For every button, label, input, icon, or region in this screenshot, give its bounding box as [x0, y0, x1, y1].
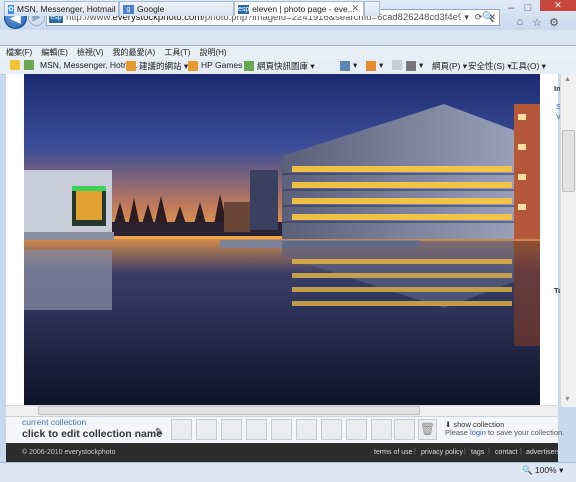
- menu-tools[interactable]: 工具(T): [164, 47, 190, 58]
- fav-item-webslice[interactable]: 網頁快訊圖庫 ▾: [244, 60, 315, 72]
- login-message: Please login to save your collection.: [445, 428, 564, 437]
- favorites-star-icon: [10, 60, 20, 70]
- new-tab-button[interactable]: [364, 1, 380, 16]
- photo-info-sidebar: Inf S V Ta: [548, 74, 563, 407]
- pencil-edit-icon[interactable]: ✎: [155, 427, 163, 438]
- menu-file[interactable]: 檔案(F): [6, 47, 32, 58]
- collection-slot[interactable]: [394, 419, 415, 440]
- edit-collection-name[interactable]: click to edit collection name: [22, 428, 162, 440]
- footer-separator: |: [464, 448, 466, 455]
- mail-icon: [392, 60, 402, 70]
- login-link[interactable]: login: [470, 428, 486, 437]
- cmd-page-label: 網頁(P) ▾: [432, 61, 467, 71]
- cmd-safety-label: 安全性(S) ▾: [468, 61, 512, 71]
- footer-separator: |: [488, 448, 490, 455]
- add-favorite-icon: [24, 60, 34, 70]
- footer-separator: |: [520, 448, 522, 455]
- collection-slot[interactable]: [221, 419, 242, 440]
- everystockphoto-icon: esp: [238, 4, 250, 14]
- cmd-safety[interactable]: 安全性(S) ▾: [468, 60, 511, 72]
- zoom-level: 100%: [534, 465, 557, 475]
- fav-item-hp-games[interactable]: HP Games ▾: [188, 60, 249, 71]
- login-msg-after: to save your collection.: [485, 428, 565, 437]
- cmd-home[interactable]: ▾: [340, 60, 357, 71]
- footer-link-contact[interactable]: contact: [495, 449, 518, 456]
- menu-favorites[interactable]: 我的最愛(A): [113, 47, 156, 58]
- maximize-icon[interactable]: □: [521, 2, 535, 15]
- collection-slot[interactable]: [271, 419, 292, 440]
- status-bar: [0, 462, 576, 482]
- footer-link-tags[interactable]: tags: [471, 449, 484, 456]
- collection-slot[interactable]: [321, 419, 342, 440]
- menu-view[interactable]: 檢視(V): [77, 47, 104, 58]
- zoom-control[interactable]: 🔍 100% ▾: [522, 465, 563, 476]
- collection-slot[interactable]: [346, 419, 367, 440]
- fav-item-suggested[interactable]: 建議的網站 ▾: [126, 60, 188, 72]
- web-slice-icon: [244, 61, 254, 71]
- compat-view-icon[interactable]: ▾: [464, 12, 469, 23]
- settings-gear-icon[interactable]: ⚙: [547, 16, 561, 29]
- collection-slot[interactable]: [196, 419, 217, 440]
- favorites-star-icon[interactable]: ☆: [530, 16, 544, 29]
- photo-illustration: [24, 74, 540, 407]
- tab-label: MSN, Messenger, Hotmail - ...: [16, 4, 119, 14]
- menu-edit[interactable]: 編輯(E): [41, 47, 68, 58]
- google-icon: g: [123, 4, 134, 14]
- rss-feed-icon: [366, 60, 376, 71]
- scroll-up-icon[interactable]: ▲: [564, 76, 571, 83]
- tab-close-icon[interactable]: ✕: [351, 3, 359, 14]
- close-icon: ✕: [554, 0, 562, 10]
- footer-separator: |: [414, 448, 416, 455]
- footer-link-advertisers[interactable]: advertisers: [526, 449, 560, 456]
- fav-label: 網頁快訊圖庫 ▾: [257, 61, 315, 71]
- footer-link-terms[interactable]: terms of use: [374, 449, 413, 456]
- minimize-icon[interactable]: –: [504, 2, 518, 15]
- home-icon[interactable]: ⌂: [513, 16, 527, 29]
- menu-help[interactable]: 說明(H): [199, 47, 226, 58]
- tab-everystockphoto[interactable]: esp eleven | photo page - eve... ✕: [234, 1, 364, 16]
- search-icon[interactable]: 🔍: [482, 12, 494, 23]
- cmd-print[interactable]: ▾: [406, 60, 423, 71]
- favorites-button[interactable]: [10, 60, 23, 70]
- vertical-scroll-thumb[interactable]: [562, 130, 575, 192]
- cmd-mail[interactable]: [392, 60, 405, 70]
- home-icon: [340, 60, 350, 71]
- collection-slot[interactable]: [171, 419, 192, 440]
- current-collection-label: current collection: [22, 417, 87, 427]
- vertical-scrollbar[interactable]: [560, 74, 576, 407]
- copyright-text: © 2006-2010 everystockphoto: [22, 449, 116, 456]
- fav-item-msn[interactable]: MSN, Messenger, Hotm...: [40, 60, 137, 70]
- tab-bar: [0, 30, 576, 46]
- collection-slot[interactable]: [246, 419, 267, 440]
- tab-label: Google: [137, 4, 165, 14]
- trash-icon[interactable]: 🗑: [418, 419, 437, 440]
- favorites-bar: MSN, Messenger, Hotm... 建議的網站 ▾ HP Games…: [0, 59, 576, 75]
- fav-label: MSN, Messenger, Hotm...: [40, 60, 138, 70]
- tab-google[interactable]: g Google: [119, 1, 234, 16]
- collection-slot[interactable]: [371, 419, 392, 440]
- main-photo[interactable]: [24, 74, 540, 407]
- tab-label: eleven | photo page - eve...: [252, 4, 355, 14]
- fav-label: HP Games ▾: [201, 60, 250, 70]
- magnifier-icon: 🔍: [522, 465, 535, 475]
- print-icon: [406, 60, 416, 71]
- suggested-sites-icon: [126, 61, 136, 71]
- footer-link-privacy[interactable]: privacy policy: [421, 449, 463, 456]
- cmd-tools-label: 工具(O) ▾: [510, 61, 546, 71]
- close-window-button[interactable]: ✕: [540, 0, 576, 11]
- horizontal-scroll-thumb[interactable]: [38, 406, 420, 415]
- hp-games-icon: [188, 60, 198, 71]
- cmd-page[interactable]: 網頁(P) ▾: [432, 60, 467, 72]
- fav-add-icon[interactable]: [24, 60, 37, 70]
- login-msg-before: Please: [445, 428, 471, 437]
- scroll-down-icon[interactable]: ▼: [564, 396, 571, 403]
- menu-bar: 檔案(F) 編輯(E) 檢視(V) 我的最愛(A) 工具(T) 說明(H): [0, 46, 576, 59]
- tab-msn[interactable]: ✿ MSN, Messenger, Hotmail - ...: [4, 1, 119, 16]
- cmd-tools[interactable]: 工具(O) ▾: [510, 60, 546, 72]
- fav-label: 建議的網站 ▾: [139, 61, 189, 71]
- collection-slot[interactable]: [296, 419, 317, 440]
- cmd-feeds[interactable]: ▾: [366, 60, 383, 71]
- msn-butterfly-icon: ✿: [8, 4, 14, 14]
